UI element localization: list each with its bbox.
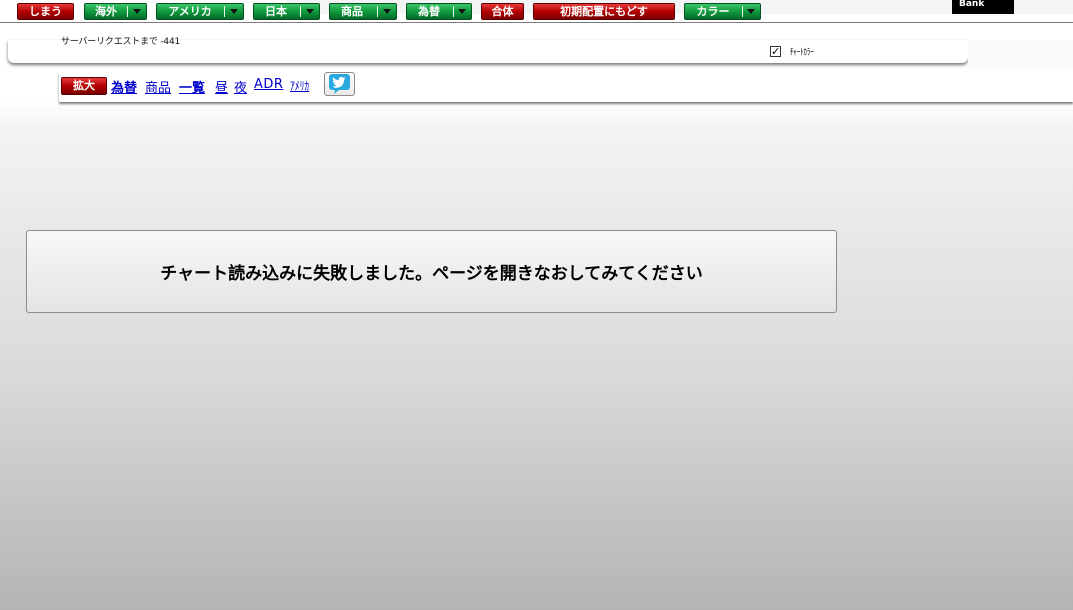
reset-layout-label: 初期配置にもどす (560, 5, 648, 18)
bank-badge[interactable]: Bank (952, 0, 1014, 14)
chart-color-label: ﾁｬｰﾄｶﾗｰ (790, 48, 814, 58)
toolbar-extension (968, 40, 1073, 70)
divider (453, 6, 454, 17)
reset-layout-button[interactable]: 初期配置にもどす (533, 3, 675, 20)
link-commodities[interactable]: 商品 (145, 77, 171, 96)
link-day[interactable]: 昼 (215, 77, 228, 96)
combine-label: 合体 (491, 5, 514, 18)
divider (300, 6, 301, 17)
chevron-down-icon (306, 9, 314, 14)
divider (742, 6, 743, 17)
commodities-dropdown[interactable]: 商品 (329, 3, 397, 20)
chevron-down-icon (383, 9, 391, 14)
color-dropdown[interactable]: カラー (684, 3, 761, 20)
error-message-text: チャート読み込みに失敗しました。ページを開きなおしてみてください (160, 264, 703, 284)
japan-dropdown[interactable]: 日本 (253, 3, 320, 20)
divider (377, 6, 378, 17)
server-request-status: サーバーリクエストまで -441 (61, 37, 180, 47)
japan-label: 日本 (265, 5, 287, 18)
hide-button-label: しまう (29, 5, 62, 18)
overseas-dropdown[interactable]: 海外 (84, 3, 147, 20)
link-adr[interactable]: ADR (254, 77, 283, 92)
twitter-button[interactable] (324, 72, 355, 96)
link-america[interactable]: ｱﾒﾘｶ (290, 77, 309, 94)
link-night[interactable]: 夜 (234, 77, 247, 96)
divider (224, 6, 225, 17)
hide-button[interactable]: しまう (17, 3, 74, 20)
chevron-down-icon (747, 9, 755, 14)
zoom-button[interactable]: 拡大 (61, 77, 107, 95)
chevron-down-icon (230, 9, 238, 14)
error-message-box: チャート読み込みに失敗しました。ページを開きなおしてみてください (26, 230, 837, 313)
combine-button[interactable]: 合体 (481, 3, 524, 20)
chevron-down-icon (458, 9, 466, 14)
commodities-label: 商品 (341, 5, 363, 18)
chevron-down-icon (133, 9, 141, 14)
top-divider (0, 22, 1073, 23)
forex-dropdown[interactable]: 為替 (406, 3, 472, 20)
chart-color-checkbox[interactable]: ✓ (770, 46, 781, 57)
divider (127, 6, 128, 17)
america-label: アメリカ (168, 5, 212, 18)
forex-label: 為替 (418, 5, 440, 18)
link-list[interactable]: 一覧 (179, 77, 205, 96)
sub-toolbar (59, 72, 1073, 102)
twitter-bird-icon (329, 74, 350, 94)
america-dropdown[interactable]: アメリカ (156, 3, 244, 20)
link-forex[interactable]: 為替 (111, 77, 137, 96)
overseas-label: 海外 (95, 5, 117, 18)
color-label: カラー (696, 5, 730, 18)
